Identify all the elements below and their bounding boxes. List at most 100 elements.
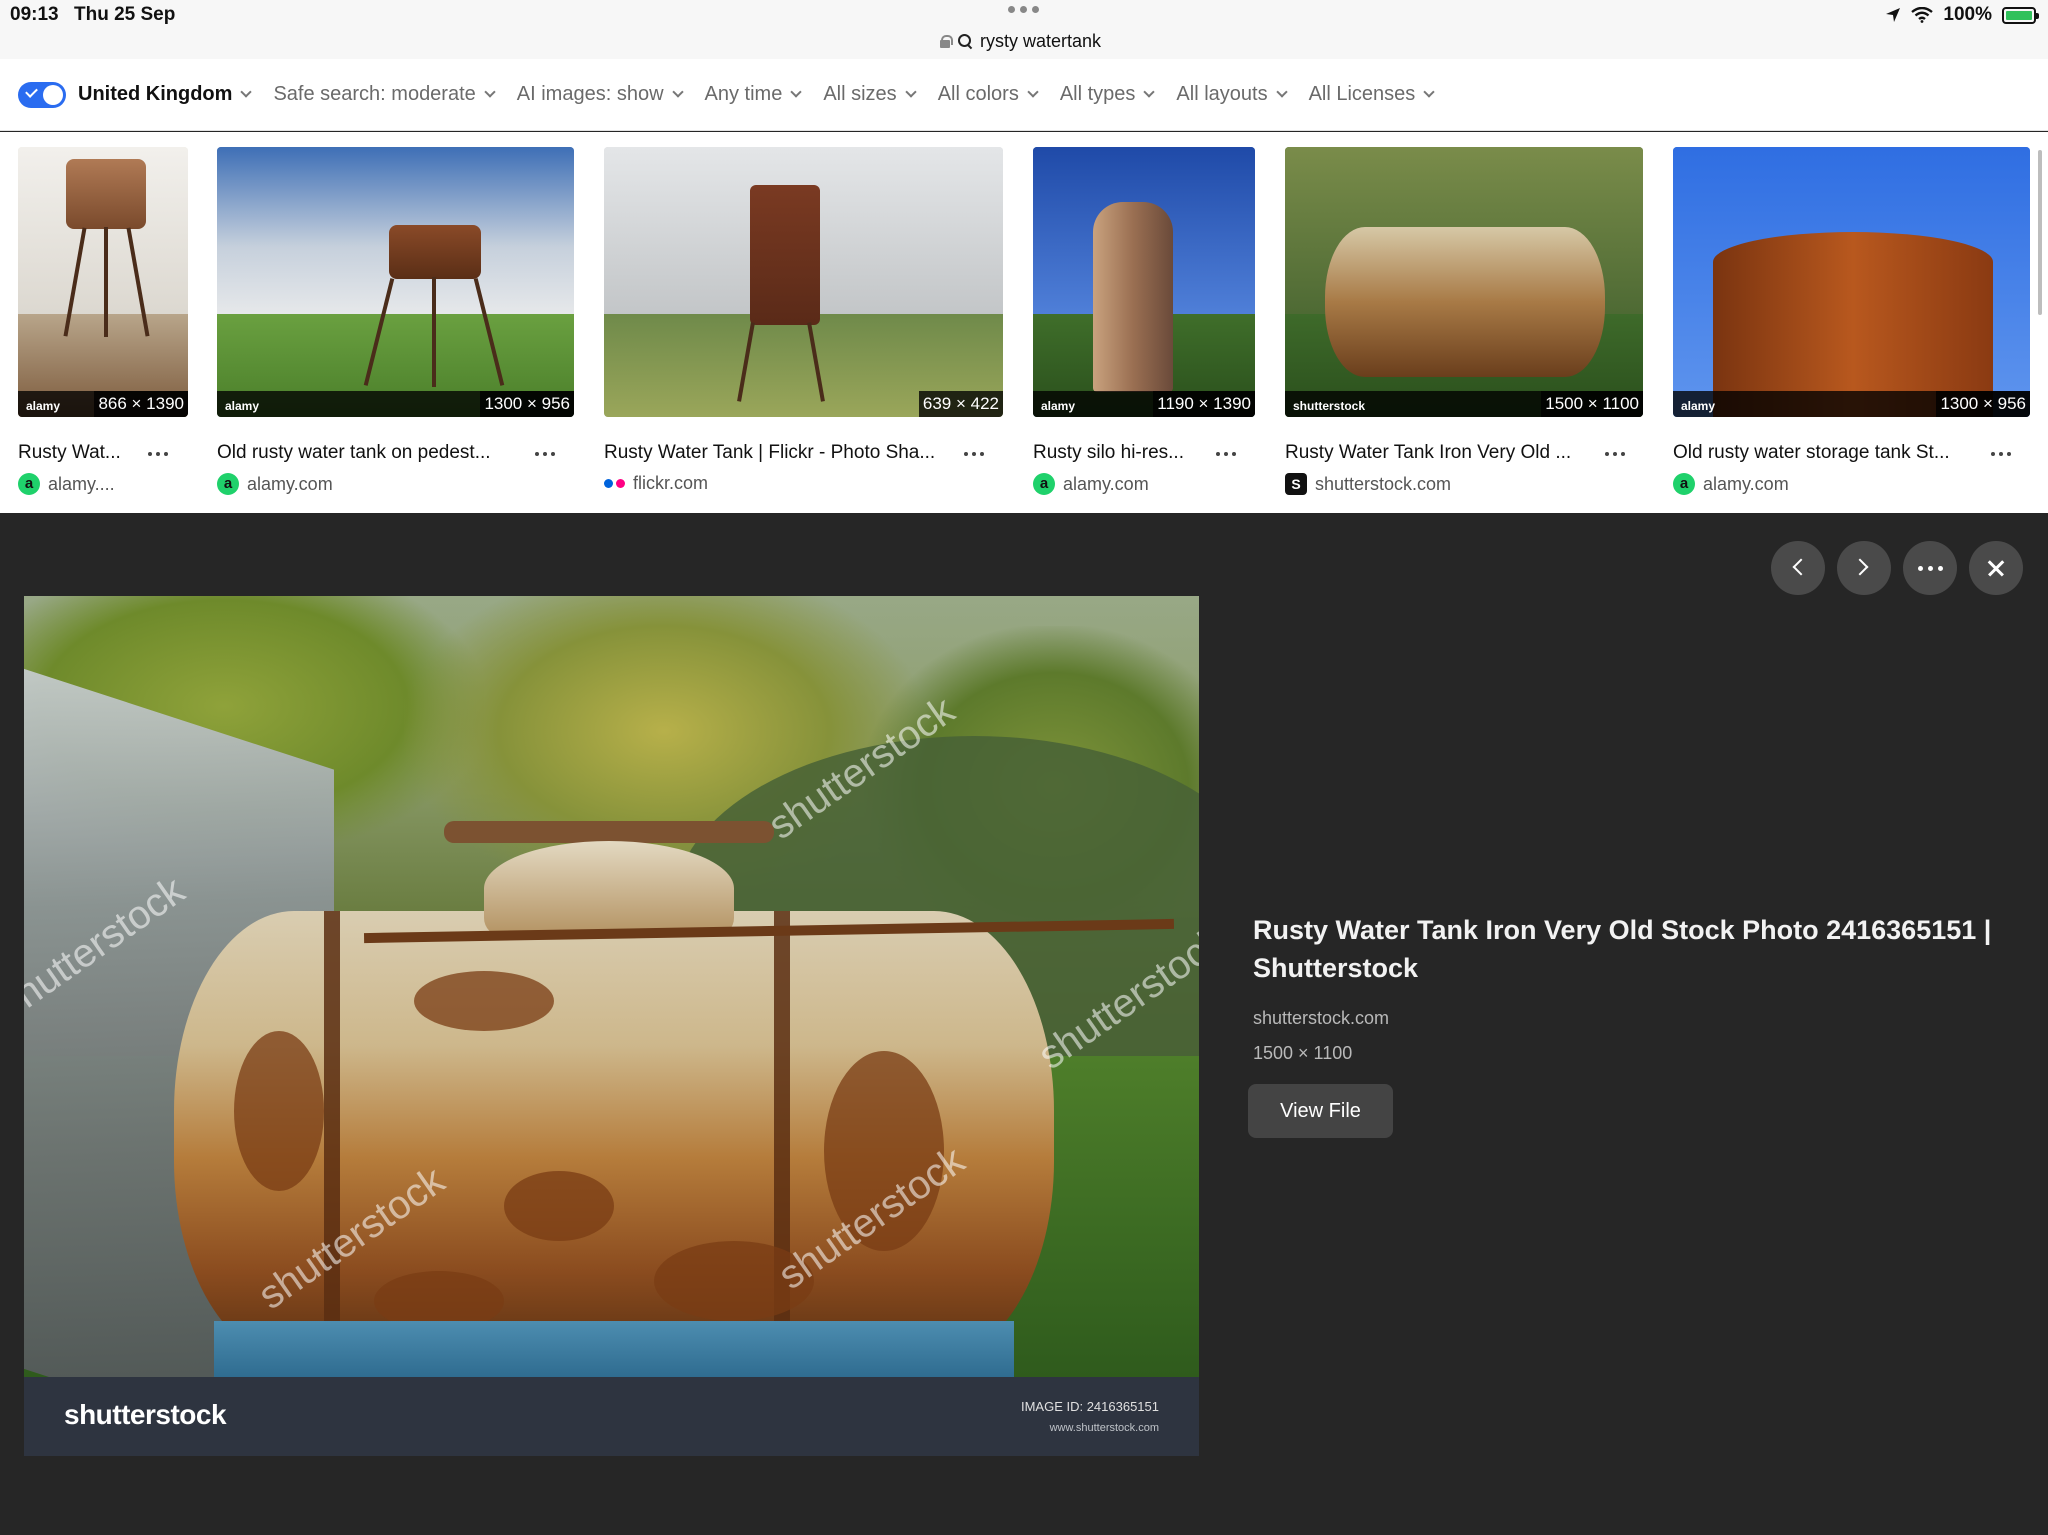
image-source[interactable]: S shutterstock.com	[1285, 473, 1451, 495]
chevron-down-icon	[240, 86, 253, 98]
license-filter[interactable]: All Licenses	[1308, 83, 1435, 106]
shutterstock-watermark: shutterstock	[1293, 399, 1366, 413]
preview-image[interactable]: shutterstock shutterstock shutterstock s…	[24, 596, 1199, 1377]
shutterstock-icon: S	[1285, 473, 1307, 495]
thumbnail-image[interactable]: 639 × 422	[604, 147, 1003, 417]
chevron-down-icon	[1143, 86, 1156, 98]
image-source[interactable]: a alamy.com	[1033, 473, 1149, 495]
layout-filter[interactable]: All layouts	[1176, 83, 1288, 106]
status-time: 09:13	[10, 4, 59, 25]
image-results-strip: alamy 866 × 1390 Rusty Wat... a alamy...…	[0, 132, 2048, 513]
region-toggle[interactable]	[18, 81, 66, 108]
more-button[interactable]	[1903, 541, 1957, 595]
image-dimensions: 1500 × 1100	[1541, 391, 1643, 417]
thumbnail-image[interactable]: alamy 1300 × 956	[217, 147, 574, 417]
image-viewer: shutterstock shutterstock shutterstock s…	[0, 513, 2048, 1535]
address-bar-text: rysty watertank	[980, 30, 1102, 51]
image-detail-dimensions: 1500 × 1100	[1253, 1043, 1353, 1063]
thumbnail-image[interactable]: alamy 1190 × 1390	[1033, 147, 1255, 417]
shutterstock-logo: shutterstock	[64, 1399, 227, 1430]
source-label: alamy....	[48, 473, 115, 494]
image-title[interactable]: Old rusty water tank on pedest...	[217, 442, 491, 464]
chevron-down-icon	[1027, 86, 1039, 98]
image-title[interactable]: Rusty Water Tank | Flickr - Photo Sha...	[604, 442, 935, 464]
thumbnail-image[interactable]: shutterstock 1500 × 1100	[1285, 147, 1643, 417]
more-options-icon[interactable]	[148, 444, 168, 464]
image-dimensions: 1300 × 956	[1936, 391, 2030, 417]
alamy-watermark: alamy	[225, 399, 260, 413]
scrollbar[interactable]	[2038, 150, 2042, 315]
alamy-watermark: alamy	[1681, 399, 1716, 413]
time-filter[interactable]: Any time	[705, 83, 802, 106]
alamy-watermark: alamy	[26, 399, 61, 413]
flickr-icon	[604, 479, 625, 488]
more-options-icon[interactable]	[964, 444, 984, 464]
alamy-icon: a	[217, 473, 239, 495]
image-source[interactable]: flickr.com	[604, 473, 708, 494]
source-label: alamy.com	[1703, 473, 1789, 494]
region-filter[interactable]: United Kingdom	[78, 83, 253, 106]
filter-label: All types	[1059, 83, 1136, 105]
status-date: Thu 25 Sep	[74, 4, 176, 25]
image-detail-source[interactable]: shutterstock.com	[1253, 1008, 1389, 1029]
previous-button[interactable]	[1771, 541, 1825, 595]
next-button[interactable]	[1837, 541, 1891, 595]
source-label: alamy.com	[247, 473, 333, 494]
filter-bar: United Kingdom Safe search: moderate AI …	[0, 59, 2048, 131]
view-file-button[interactable]: View File	[1248, 1084, 1393, 1138]
image-dimensions: 639 × 422	[918, 391, 1003, 417]
address-bar[interactable]: rysty watertank	[940, 29, 1101, 53]
thumbnail-image[interactable]: alamy 1300 × 956	[1673, 147, 2030, 417]
image-title[interactable]: Rusty Wat...	[18, 442, 121, 464]
image-id: IMAGE ID: 2416365151	[1020, 1399, 1159, 1414]
filter-label: Safe search: moderate	[273, 83, 476, 105]
image-title[interactable]: Rusty silo hi-res...	[1033, 442, 1184, 464]
close-button[interactable]	[1969, 541, 2023, 595]
more-options-icon[interactable]	[535, 444, 555, 464]
wifi-icon	[1911, 7, 1934, 23]
alamy-icon: a	[1673, 473, 1695, 495]
source-label: shutterstock.com	[1315, 473, 1452, 494]
alamy-icon: a	[1033, 473, 1055, 495]
chevron-left-icon	[1792, 558, 1810, 576]
size-filter[interactable]: All sizes	[823, 83, 917, 106]
location-arrow-icon	[1886, 8, 1901, 22]
type-filter[interactable]: All types	[1059, 83, 1156, 106]
chevron-down-icon	[790, 86, 802, 98]
battery-percent: 100%	[1943, 4, 1992, 25]
image-dimensions: 1300 × 956	[480, 391, 574, 417]
chevron-down-icon	[484, 86, 496, 98]
thumbnail-image[interactable]: alamy 866 × 1390	[18, 147, 188, 417]
image-dimensions: 866 × 1390	[94, 391, 188, 417]
image-dimensions: 1190 × 1390	[1153, 391, 1255, 417]
image-source[interactable]: a alamy....	[18, 473, 115, 495]
filter-label: All colors	[937, 83, 1019, 105]
image-title[interactable]: Rusty Water Tank Iron Very Old ...	[1285, 442, 1571, 464]
multitask-dots-icon[interactable]	[1008, 6, 1042, 16]
chevron-right-icon	[1851, 558, 1869, 576]
more-options-icon[interactable]	[1216, 444, 1236, 464]
color-filter[interactable]: All colors	[937, 83, 1039, 106]
lock-icon	[940, 35, 953, 48]
chevron-down-icon	[671, 86, 684, 98]
image-title[interactable]: Old rusty water storage tank St...	[1673, 442, 1950, 464]
status-indicators: 100%	[1885, 4, 2039, 26]
filter-label: All sizes	[823, 83, 897, 105]
filter-label: All Licenses	[1308, 83, 1416, 105]
image-source[interactable]: a alamy.com	[1673, 473, 1789, 495]
alamy-icon: a	[18, 473, 40, 495]
chevron-down-icon	[1423, 86, 1435, 98]
more-options-icon[interactable]	[1991, 444, 2011, 464]
safe-search-filter[interactable]: Safe search: moderate	[273, 83, 496, 106]
chevron-down-icon	[1275, 86, 1288, 98]
check-icon	[25, 84, 38, 98]
image-detail-title[interactable]: Rusty Water Tank Iron Very Old Stock Pho…	[1253, 911, 2033, 987]
more-options-icon[interactable]	[1605, 444, 1625, 464]
filter-label: All layouts	[1176, 83, 1268, 105]
battery-icon	[2002, 6, 2039, 24]
alamy-watermark: alamy	[1041, 399, 1076, 413]
chevron-down-icon	[905, 86, 917, 98]
image-source[interactable]: a alamy.com	[217, 473, 333, 495]
ai-images-filter[interactable]: AI images: show	[517, 83, 684, 106]
image-footer: shutterstock IMAGE ID: 2416365151 www.sh…	[24, 1377, 1199, 1456]
